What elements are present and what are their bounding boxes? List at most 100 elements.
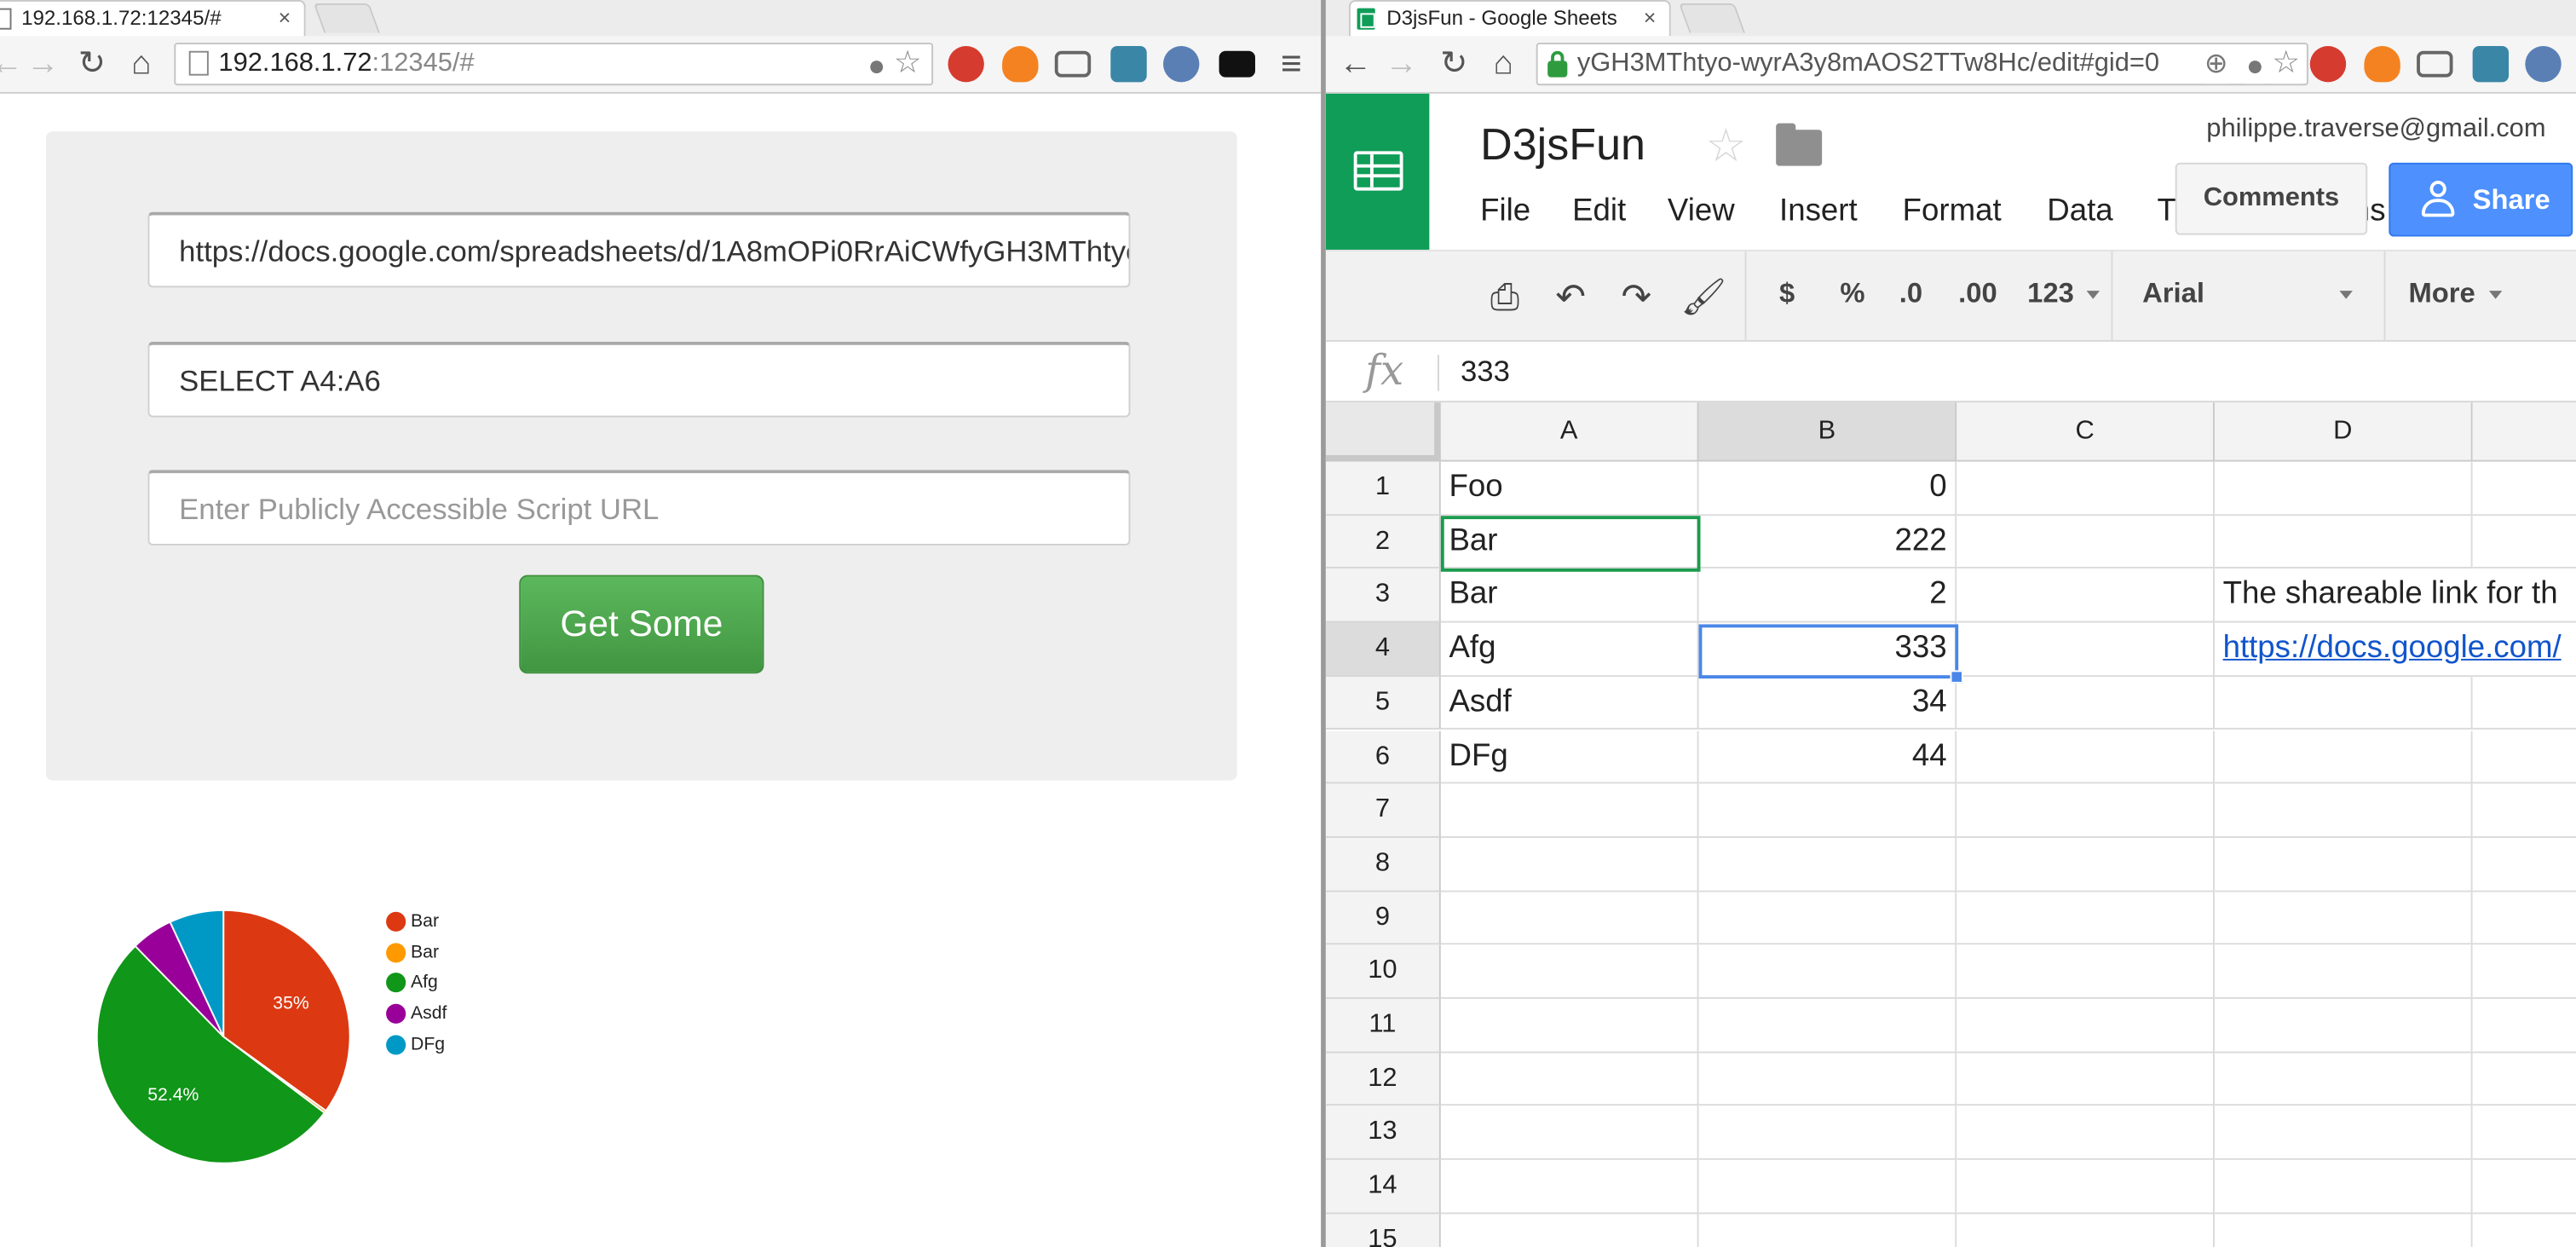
- increase-decimal-button[interactable]: .00: [1958, 278, 1997, 311]
- menu-insert[interactable]: Insert: [1779, 193, 1858, 229]
- folder-icon[interactable]: [1776, 123, 1823, 166]
- column-header-e[interactable]: [2472, 402, 2576, 462]
- cell-e5[interactable]: [2472, 676, 2576, 730]
- hola-extension-icon[interactable]: [1002, 45, 1039, 83]
- comments-button[interactable]: Comments: [2175, 162, 2368, 235]
- cell-e9[interactable]: [2472, 891, 2576, 945]
- query-input[interactable]: SELECT A4:A6: [147, 341, 1131, 418]
- cell-e2[interactable]: [2472, 515, 2576, 569]
- cell-b15[interactable]: [1698, 1214, 1957, 1247]
- cell-c15[interactable]: [1956, 1214, 2215, 1247]
- menu-view[interactable]: View: [1668, 193, 1735, 229]
- cell-a11[interactable]: [1440, 998, 1699, 1053]
- cell-c14[interactable]: [1956, 1159, 2215, 1215]
- cell-a9[interactable]: [1440, 891, 1699, 945]
- cell-c7[interactable]: [1956, 783, 2215, 838]
- cell-a10[interactable]: [1440, 944, 1699, 999]
- bookmark-star-icon[interactable]: ☆: [2272, 44, 2301, 84]
- star-icon[interactable]: ☆: [1705, 118, 1746, 173]
- cell-b13[interactable]: [1698, 1106, 1957, 1160]
- cell-d2[interactable]: [2214, 515, 2473, 569]
- column-header-b[interactable]: B: [1698, 402, 1957, 462]
- decrease-decimal-button[interactable]: .0: [1899, 278, 1922, 311]
- currency-format-button[interactable]: $: [1779, 278, 1795, 311]
- cell-a1[interactable]: Foo: [1440, 461, 1699, 516]
- cell-c2[interactable]: [1956, 515, 2215, 569]
- cell-b4[interactable]: 333: [1698, 622, 1957, 677]
- user-email[interactable]: philippe.traverse@gmail.com: [2206, 115, 2545, 145]
- lightbulb-icon[interactable]: ●: [2245, 45, 2264, 84]
- column-header-a[interactable]: A: [1440, 402, 1699, 462]
- select-all-corner[interactable]: [1325, 402, 1441, 462]
- cell-a7[interactable]: [1440, 783, 1699, 838]
- cell-b10[interactable]: [1698, 944, 1957, 999]
- cell-a2[interactable]: Bar: [1440, 515, 1699, 569]
- cell-d5[interactable]: [2214, 676, 2473, 730]
- cell-d11[interactable]: [2214, 998, 2473, 1053]
- cell-d1[interactable]: [2214, 461, 2473, 516]
- sheets-logo-icon[interactable]: [1325, 93, 1430, 250]
- paint-format-icon[interactable]: 🖌: [1679, 274, 1728, 320]
- cell-c9[interactable]: [1956, 891, 2215, 945]
- video-camera-icon[interactable]: [1219, 50, 1255, 78]
- share-button[interactable]: Share: [2389, 162, 2573, 237]
- row-header[interactable]: 2: [1325, 515, 1441, 569]
- cell-c5[interactable]: [1956, 676, 2215, 730]
- cell-b7[interactable]: [1698, 783, 1957, 838]
- new-tab-button[interactable]: [1678, 3, 1746, 33]
- cell-e6[interactable]: [2472, 730, 2576, 784]
- cell-b11[interactable]: [1698, 998, 1957, 1053]
- cell-e10[interactable]: [2472, 944, 2576, 999]
- cell-b5[interactable]: 34: [1698, 676, 1957, 730]
- cell-e8[interactable]: [2472, 837, 2576, 892]
- column-header-c[interactable]: C: [1956, 402, 2215, 462]
- cell-d4[interactable]: https://docs.google.com/: [2214, 623, 2562, 677]
- reload-icon[interactable]: ↻: [1434, 43, 1473, 85]
- cell-e15[interactable]: [2472, 1214, 2576, 1247]
- row-header[interactable]: 10: [1325, 944, 1441, 999]
- cell-b14[interactable]: [1698, 1159, 1957, 1215]
- new-tab-button[interactable]: [313, 3, 380, 33]
- row-header[interactable]: 13: [1325, 1106, 1441, 1160]
- reload-icon[interactable]: ↻: [72, 43, 112, 85]
- zoom-icon[interactable]: ⊕: [2204, 44, 2228, 84]
- cell-d7[interactable]: [2214, 783, 2473, 838]
- cell-a5[interactable]: Asdf: [1440, 676, 1699, 730]
- row-header[interactable]: 9: [1325, 891, 1441, 945]
- satellite-extension-icon[interactable]: [1163, 45, 1200, 83]
- menu-icon[interactable]: ≡: [1271, 43, 1311, 85]
- cell-a12[interactable]: [1440, 1052, 1699, 1106]
- more-formats-button[interactable]: 123: [2027, 278, 2101, 311]
- cell-d8[interactable]: [2214, 837, 2473, 892]
- cell-c3[interactable]: [1956, 569, 2215, 623]
- script-url-input[interactable]: Enter Publicly Accessible Script URL: [147, 470, 1131, 546]
- more-button[interactable]: More: [2408, 278, 2502, 311]
- cell-a4[interactable]: Afg: [1440, 622, 1699, 677]
- cell-b9[interactable]: [1698, 891, 1957, 945]
- cell-a6[interactable]: DFg: [1440, 730, 1699, 784]
- row-header[interactable]: 15: [1325, 1214, 1441, 1247]
- address-bar[interactable]: yGH3MThtyo-wyrA3y8mAOS2TTw8Hc/edit#gid=0…: [1536, 43, 2308, 86]
- cell-b3[interactable]: 2: [1698, 569, 1957, 623]
- formula-input[interactable]: 333: [1461, 355, 1510, 389]
- fill-handle[interactable]: [1950, 670, 1963, 684]
- menu-format[interactable]: Format: [1903, 193, 2002, 229]
- cell-b8[interactable]: [1698, 837, 1957, 892]
- cell-c4[interactable]: [1956, 622, 2215, 677]
- print-icon[interactable]: ⎙: [1480, 274, 1530, 320]
- column-header-d[interactable]: D: [2214, 402, 2473, 462]
- cell-d6[interactable]: [2214, 730, 2473, 784]
- cell-c13[interactable]: [1956, 1106, 2215, 1160]
- cell-a3[interactable]: Bar: [1440, 569, 1699, 623]
- cell-e1[interactable]: [2472, 461, 2576, 516]
- row-header[interactable]: 14: [1325, 1159, 1441, 1215]
- adblock-extension-icon[interactable]: [2309, 45, 2347, 83]
- browser-tab-sheets[interactable]: D3jsFun - Google Sheets ×: [1348, 0, 1671, 37]
- menu-file[interactable]: File: [1480, 193, 1530, 229]
- cell-a14[interactable]: [1440, 1159, 1699, 1215]
- browser-tab-local[interactable]: 192.168.1.72:12345/# ×: [0, 0, 306, 37]
- row-header[interactable]: 8: [1325, 837, 1441, 892]
- cell-c11[interactable]: [1956, 998, 2215, 1053]
- bookmark-star-icon[interactable]: ☆: [894, 44, 922, 84]
- address-bar[interactable]: 192.168.1.72:12345/# ● ☆: [174, 43, 934, 86]
